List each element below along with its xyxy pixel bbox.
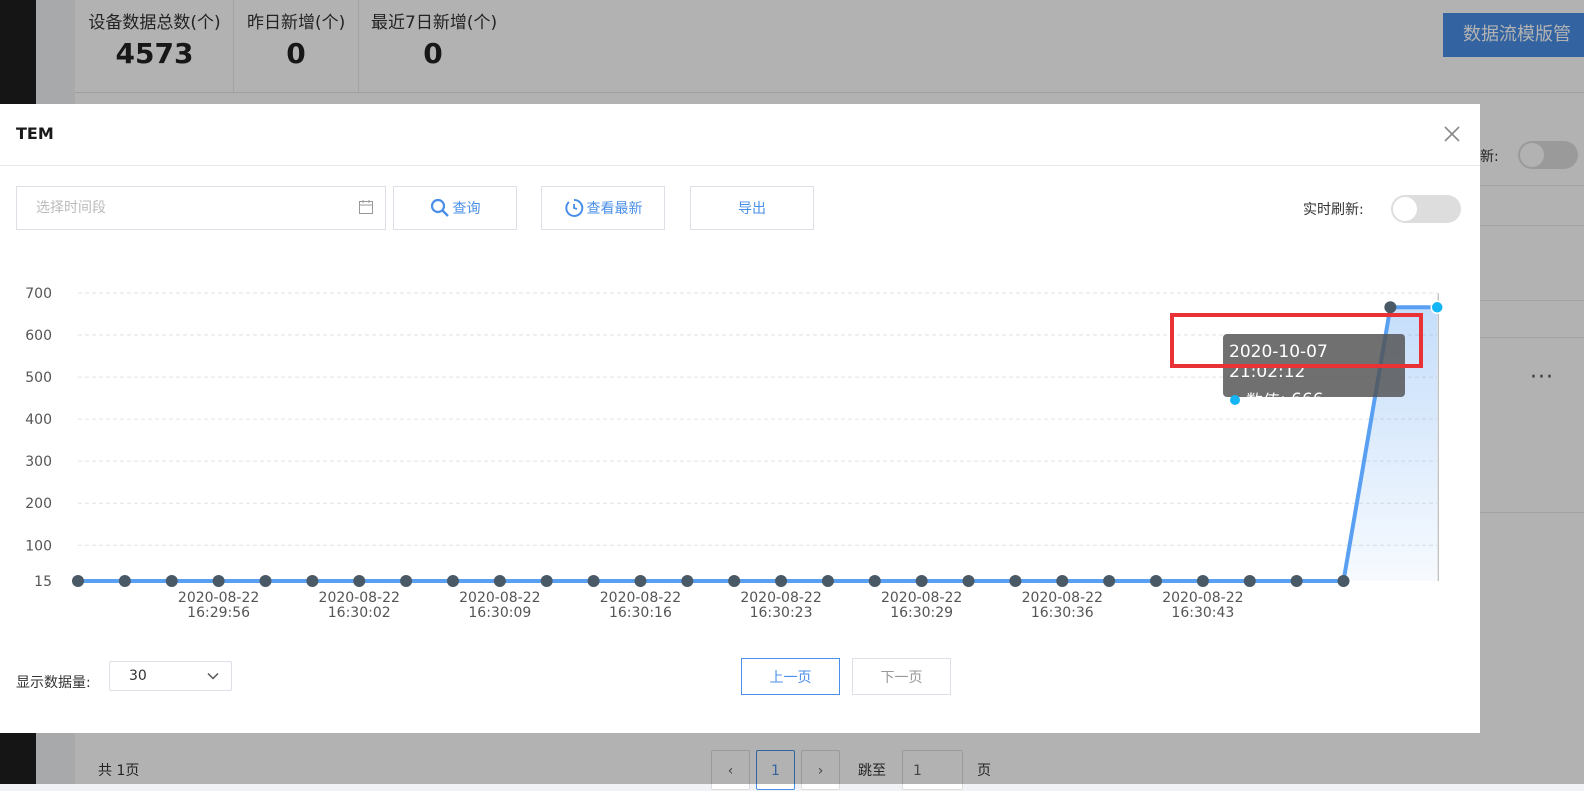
- chevron-down-icon: [207, 672, 219, 680]
- x-tick-label: 16:30:16: [609, 605, 672, 621]
- data-point: [1056, 575, 1069, 587]
- x-tick-label: 16:30:29: [890, 605, 953, 621]
- tooltip-value: 666: [1291, 389, 1324, 410]
- data-point: [868, 575, 881, 587]
- data-point: [118, 575, 131, 587]
- data-point: [775, 575, 788, 587]
- y-tick-label: 100: [25, 538, 52, 554]
- prev-page-button[interactable]: 上一页: [741, 658, 840, 695]
- data-point: [1103, 575, 1116, 587]
- data-point: [1430, 300, 1444, 315]
- data-point: [1290, 575, 1303, 587]
- y-tick-label: 500: [25, 370, 52, 386]
- data-dialog: TEM 查询 查看最新 导出 实时刷新: 1510020030040050060…: [0, 104, 1480, 733]
- x-tick-label: 2020-08-22: [881, 590, 962, 606]
- data-point: [587, 575, 600, 587]
- tooltip-series-dot: [1230, 394, 1240, 405]
- x-tick-label: 16:30:43: [1171, 605, 1234, 621]
- data-point: [728, 575, 741, 587]
- tooltip-colon: :: [1280, 389, 1292, 410]
- data-point: [165, 575, 178, 587]
- data-point: [634, 575, 647, 587]
- data-point: [72, 575, 84, 587]
- page-size-select[interactable]: 30: [109, 661, 232, 691]
- data-point: [540, 575, 553, 587]
- data-point: [1337, 575, 1350, 587]
- data-point: [353, 575, 366, 587]
- annotation-highlight-box: [1170, 313, 1423, 368]
- data-point: [821, 575, 834, 587]
- x-tick-label: 16:30:09: [468, 605, 531, 621]
- data-point: [962, 575, 975, 587]
- data-point: [493, 575, 506, 587]
- x-tick-label: 16:30:02: [328, 605, 391, 621]
- tooltip-series-label: 数值: [1246, 392, 1280, 412]
- y-tick-label: 600: [25, 328, 52, 344]
- x-tick-label: 2020-08-22: [600, 590, 681, 606]
- page-size-label: 显示数据量:: [16, 675, 91, 691]
- x-tick-label: 16:29:56: [187, 605, 250, 621]
- data-point: [1009, 575, 1022, 587]
- x-tick-label: 2020-08-22: [1022, 590, 1103, 606]
- data-point: [446, 575, 459, 587]
- y-tick-label: 400: [25, 412, 52, 428]
- data-point: [1384, 301, 1397, 314]
- y-tick-label: 300: [25, 454, 52, 470]
- data-point: [1243, 575, 1256, 587]
- data-point: [306, 575, 319, 587]
- x-tick-label: 16:30:23: [750, 605, 813, 621]
- data-point: [915, 575, 928, 587]
- data-point: [259, 575, 272, 587]
- y-tick-label: 200: [25, 496, 52, 512]
- next-page-button[interactable]: 下一页: [852, 658, 951, 695]
- page-size-value: 30: [129, 668, 147, 684]
- y-tick-label: 700: [25, 286, 52, 302]
- x-tick-label: 2020-08-22: [319, 590, 400, 606]
- data-point: [1150, 575, 1163, 587]
- data-point: [1196, 575, 1209, 587]
- x-tick-label: 2020-08-22: [740, 590, 821, 606]
- x-tick-label: 2020-08-22: [1162, 590, 1243, 606]
- x-tick-label: 2020-08-22: [178, 590, 259, 606]
- data-point: [681, 575, 694, 587]
- data-point: [400, 575, 413, 587]
- y-tick-label: 15: [34, 574, 52, 590]
- x-tick-label: 2020-08-22: [459, 590, 540, 606]
- data-point: [212, 575, 225, 587]
- x-tick-label: 16:30:36: [1031, 605, 1094, 621]
